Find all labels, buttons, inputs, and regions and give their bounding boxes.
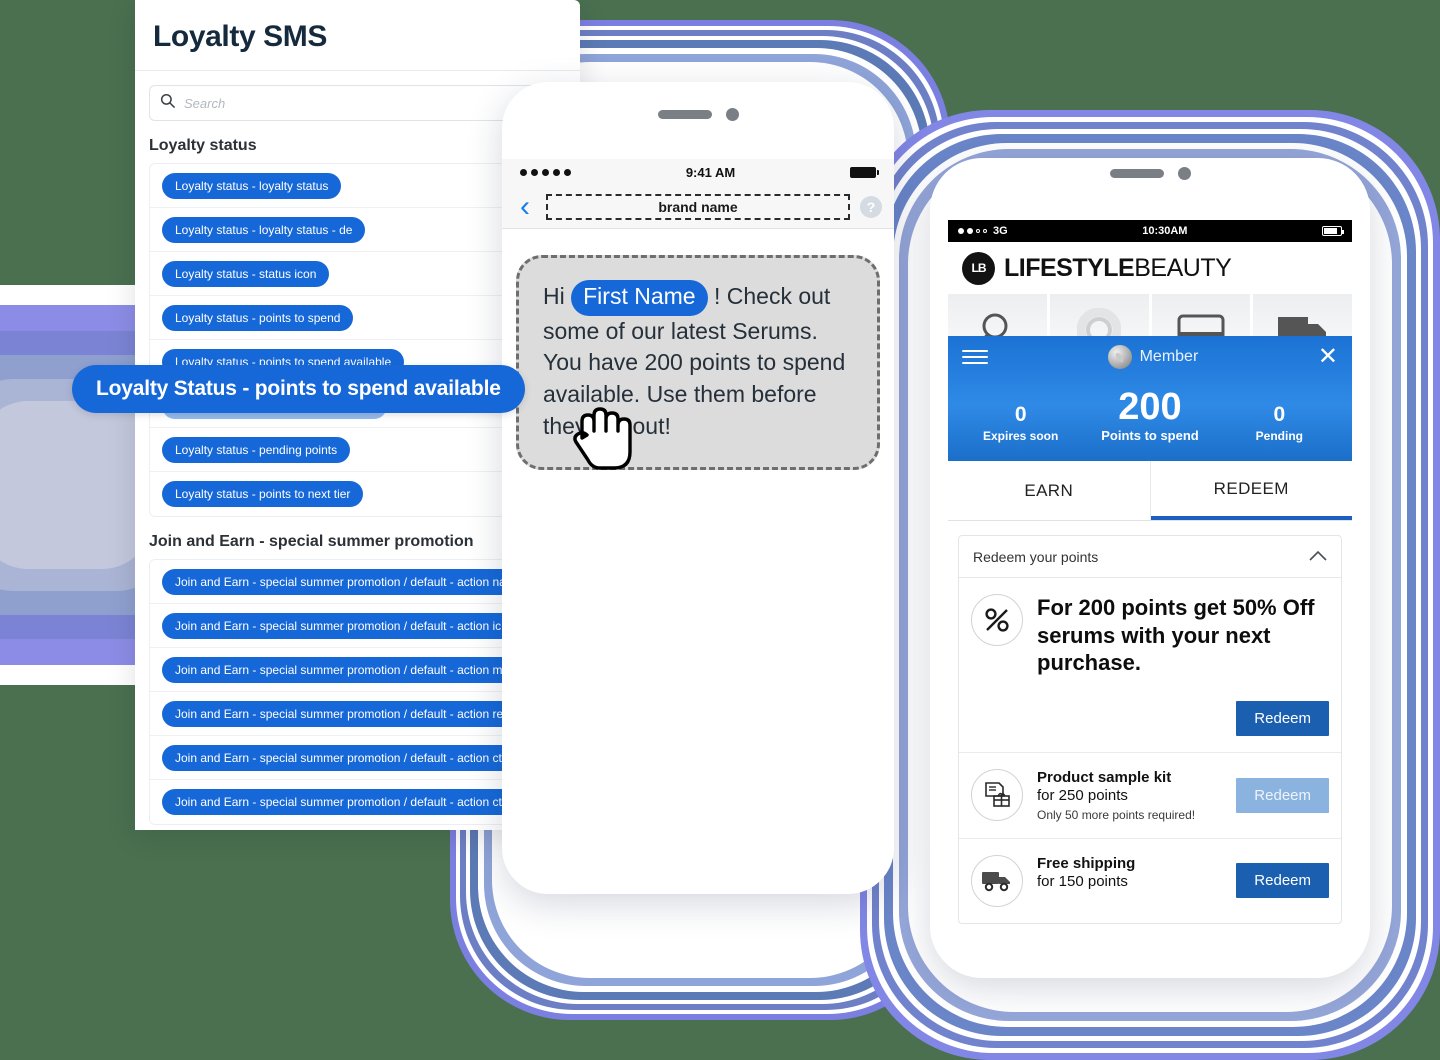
token-pill[interactable]: Loyalty status - status icon	[162, 260, 330, 287]
close-icon[interactable]: ✕	[1318, 345, 1338, 369]
title-divider	[135, 70, 580, 71]
stat-pending: 0 Pending	[1215, 403, 1344, 443]
reward-body: Free shipping for 150 points	[1037, 855, 1222, 890]
first-name-token[interactable]: First Name	[571, 280, 708, 316]
redeem-header[interactable]: Redeem your points	[959, 536, 1341, 578]
front-camera	[725, 108, 739, 121]
chevron-up-icon[interactable]	[1309, 549, 1327, 565]
page-title: Loyalty SMS	[153, 20, 327, 53]
stat-expires-soon: 0 Expires soon	[956, 403, 1085, 443]
stat-label: Expires soon	[982, 429, 1059, 443]
reward-row: For 200 points get 50% Off serums with y…	[959, 578, 1341, 753]
member-bar: Member ✕	[948, 336, 1352, 378]
speaker-grill	[657, 110, 712, 119]
token-pill[interactable]: Loyalty status - loyalty status	[162, 172, 342, 199]
battery-icon	[850, 166, 879, 178]
front-camera	[1177, 166, 1191, 180]
redeem-card: Redeem your points For 200 points get 50…	[958, 535, 1342, 924]
status-time: 10:30AM	[1142, 225, 1188, 237]
truck-icon	[971, 854, 1023, 907]
redeem-button[interactable]: Redeem	[1236, 863, 1329, 898]
reward-title: Free shipping	[1037, 854, 1136, 872]
carrier-label: 3G	[993, 225, 1008, 237]
member-summary-panel: Member ✕ 0 Expires soon 200 Points to spend…	[948, 336, 1352, 461]
gift-kit-icon	[971, 768, 1023, 821]
token-pill[interactable]: Join and Earn - special summer promotion…	[162, 656, 516, 683]
stat-label: Pending	[1255, 429, 1303, 443]
reward-actions: Redeem	[971, 700, 1329, 736]
token-pill[interactable]: Loyalty status - points to next tier	[162, 481, 364, 507]
hand-pointer-cursor	[562, 398, 636, 479]
phone-right-notch	[1035, 158, 1265, 188]
stat-points-to-spend: 200 Points to spend	[1085, 388, 1214, 443]
phone-right-loyalty-app: 3G 10:30AM LB LIFESTYLEBEAUTY Member ✕ 0…	[930, 158, 1370, 978]
token-pill[interactable]: Join and Earn - special summer promotion…	[162, 700, 517, 727]
status-time: 9:41 AM	[685, 164, 736, 180]
token-pill[interactable]: Join and Earn - special summer promotion…	[162, 568, 519, 595]
token-pill[interactable]: Loyalty status - points to spend	[162, 304, 354, 331]
reward-title: For 200 points get 50% Off serums with y…	[1037, 595, 1315, 675]
member-coin-icon	[1107, 345, 1132, 369]
member-label: Member	[1139, 348, 1199, 365]
reward-title: Product sample kit	[1037, 768, 1172, 786]
stat-label: Points to spend	[1101, 428, 1199, 443]
phone-middle-sms-preview: 9:41 AM ‹ brand name ? Hi First Name ! C…	[502, 82, 894, 894]
battery-icon	[1322, 226, 1344, 236]
phone-right-statusbar: 3G 10:30AM	[948, 220, 1352, 242]
token-pill[interactable]: Loyalty status - loyalty status - de	[162, 216, 366, 243]
reward-row: Free shipping for 150 points Redeem	[959, 839, 1341, 923]
signal-dots-icon	[958, 228, 987, 234]
logo-wordmark-bold: LIFESTYLE	[1004, 253, 1135, 282]
search-icon	[160, 93, 175, 113]
percent-icon	[971, 594, 1023, 646]
stat-value: 0	[1014, 403, 1027, 426]
reward-body: Product sample kit for 250 points Only 50 …	[1037, 769, 1222, 822]
token-pill[interactable]: Loyalty status - pending points	[162, 436, 351, 463]
redeem-button[interactable]: Redeem	[1236, 700, 1329, 736]
tooltip-badge: Loyalty Status - points to spend availab…	[72, 365, 525, 413]
stat-value: 0	[1273, 403, 1286, 426]
tab-redeem[interactable]: REDEEM	[1150, 461, 1352, 520]
chevron-left-icon[interactable]: ‹	[514, 191, 536, 222]
reward-subtitle: for 150 points	[1037, 872, 1128, 890]
member-title: Member	[988, 345, 1318, 369]
speaker-grill	[1109, 168, 1164, 178]
rewards-list: For 200 points get 50% Off serums with y…	[959, 578, 1341, 923]
logo-wordmark: LIFESTYLEBEAUTY	[1004, 253, 1232, 283]
redeem-header-label: Redeem your points	[973, 548, 1099, 565]
token-pill[interactable]: Join and Earn - special summer promotion…	[162, 789, 515, 815]
phone-middle-statusbar: 9:41 AM	[502, 159, 894, 185]
signal-dots-icon	[520, 168, 571, 176]
logo-mark-text: LB	[971, 261, 987, 275]
reward-note: Only 50 more points required!	[1037, 807, 1196, 822]
brand-name-placeholder[interactable]: brand name	[546, 193, 850, 220]
points-stats: 0 Expires soon 200 Points to spend 0 Pending	[948, 378, 1352, 447]
tab-earn[interactable]: EARN	[948, 461, 1151, 520]
logo-mark-icon: LB	[962, 251, 995, 285]
reward-subtitle: for 250 points	[1037, 786, 1128, 804]
logo-wordmark-light: BEAUTY	[1134, 253, 1232, 282]
sms-text-before: Hi	[543, 283, 572, 309]
help-icon[interactable]: ?	[860, 195, 882, 218]
earn-redeem-tabs: EARN REDEEM	[948, 461, 1352, 521]
search-input[interactable]	[184, 95, 555, 111]
phone-middle-notch	[502, 82, 894, 121]
phone-right-screen: 3G 10:30AM LB LIFESTYLEBEAUTY Member ✕ 0…	[948, 220, 1352, 926]
sms-navbar: ‹ brand name ?	[502, 185, 894, 229]
stat-value: 200	[1118, 386, 1182, 428]
reward-row: Product sample kit for 250 points Only 50 …	[959, 753, 1341, 839]
redeem-button[interactable]: Redeem	[1236, 777, 1329, 813]
token-pill[interactable]: Join and Earn - special summer promotion…	[162, 612, 515, 639]
brand-logo: LB LIFESTYLEBEAUTY	[948, 242, 1352, 294]
hamburger-icon[interactable]	[962, 346, 988, 368]
reward-body: For 200 points get 50% Off serums with y…	[1037, 594, 1329, 677]
token-pill[interactable]: Join and Earn - special summer promotion…	[162, 744, 515, 771]
